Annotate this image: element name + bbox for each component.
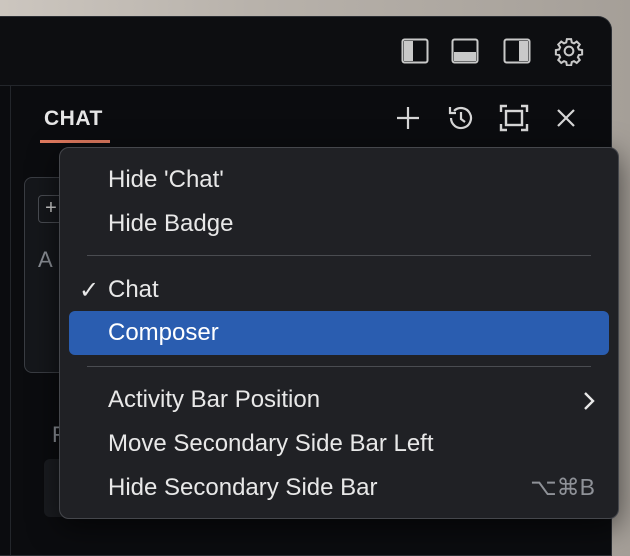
maximize-icon[interactable]	[497, 101, 531, 135]
active-tab-indicator	[40, 140, 110, 143]
toggle-primary-sidebar-icon[interactable]	[398, 34, 432, 68]
menu-item-label: Hide Badge	[108, 210, 234, 237]
menu-item-label: Hide 'Chat'	[108, 166, 224, 193]
settings-gear-icon[interactable]	[552, 34, 586, 68]
tab-chat[interactable]: CHAT	[44, 107, 103, 131]
menu-item-label: Hide Secondary Side Bar	[108, 474, 378, 501]
toggle-panel-icon[interactable]	[448, 34, 482, 68]
context-menu: Hide 'Chat' Hide Badge ✓ Chat Composer A…	[59, 147, 619, 519]
menu-item-hide-chat[interactable]: Hide 'Chat'	[69, 158, 609, 202]
menu-separator	[87, 366, 591, 367]
menu-item-label: Move Secondary Side Bar Left	[108, 430, 434, 457]
menu-item-composer[interactable]: Composer	[69, 311, 609, 355]
menu-item-label: Activity Bar Position	[108, 386, 321, 413]
menu-item-activity-bar-position[interactable]: Activity Bar Position	[69, 378, 609, 422]
chevron-right-icon	[583, 390, 595, 418]
menu-separator	[87, 255, 591, 256]
menu-item-label: Chat	[108, 276, 159, 303]
menu-item-label: Composer	[108, 319, 219, 346]
keyboard-shortcut: ⌥⌘B	[530, 474, 595, 500]
checkmark-icon: ✓	[79, 277, 100, 304]
left-column-divider	[0, 85, 11, 555]
toggle-secondary-sidebar-icon[interactable]	[500, 34, 534, 68]
input-placeholder-partial: A	[38, 247, 53, 272]
history-icon[interactable]	[444, 101, 478, 135]
menu-item-hide-badge[interactable]: Hide Badge	[69, 202, 609, 246]
secondary-sidebar-header: CHAT	[10, 85, 611, 145]
menu-item-hide-secondary-side-bar[interactable]: Hide Secondary Side Bar ⌥⌘B	[69, 466, 609, 510]
title-bar	[0, 17, 611, 86]
menu-item-move-secondary-side-bar-left[interactable]: Move Secondary Side Bar Left	[69, 422, 609, 466]
menu-item-chat[interactable]: ✓ Chat	[69, 268, 609, 312]
new-chat-plus-icon[interactable]	[391, 101, 425, 135]
close-icon[interactable]	[549, 101, 583, 135]
